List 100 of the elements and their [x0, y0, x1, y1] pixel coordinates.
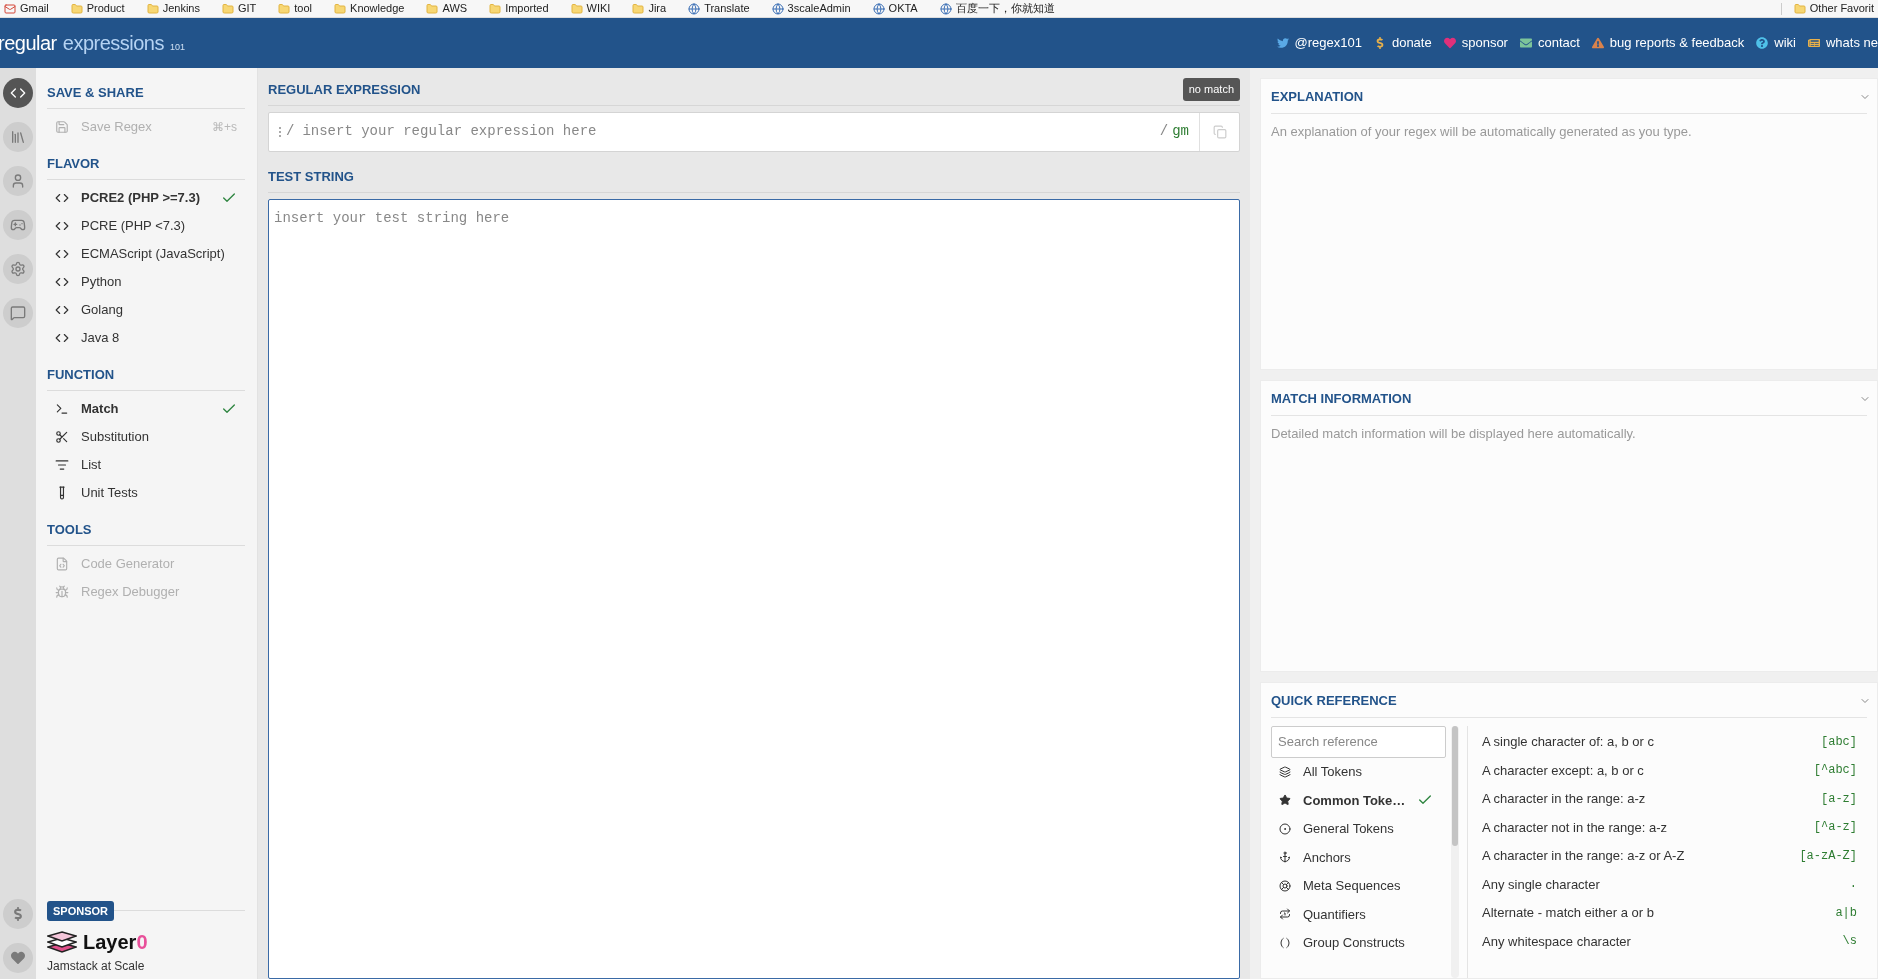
reference-category[interactable]: Anchors	[1271, 843, 1446, 872]
token-code[interactable]: [abc]	[1821, 732, 1857, 751]
header-link[interactable]: contact	[1519, 33, 1580, 53]
token-description[interactable]: A character in the range: a-z	[1482, 789, 1646, 809]
user-icon	[10, 173, 26, 189]
sidebar-item[interactable]: Substitution	[47, 423, 245, 451]
copy-icon[interactable]	[1212, 124, 1227, 139]
nav-icon-button[interactable]	[3, 899, 33, 929]
nav-icon-button[interactable]	[3, 298, 33, 328]
panel-title: QUICK REFERENCE	[1271, 692, 1397, 710]
folder-icon	[1793, 2, 1806, 15]
token-code[interactable]: [^a-z]	[1813, 818, 1857, 837]
reference-category[interactable]: General Tokens	[1271, 814, 1446, 843]
newspaper-icon	[1807, 37, 1820, 49]
header-link[interactable]: bug reports & feedback	[1591, 33, 1745, 53]
globe-icon	[939, 2, 952, 15]
sidebar-item[interactable]: Golang	[47, 296, 245, 324]
header-link[interactable]: wiki	[1756, 33, 1796, 53]
reference-category[interactable]: All Tokens	[1271, 757, 1446, 786]
search-reference-field[interactable]: Search reference	[1271, 725, 1446, 758]
folder-icon	[489, 2, 502, 15]
sponsor-logo[interactable]: Layer0	[83, 927, 148, 957]
bookmark[interactable]: Jira	[632, 2, 667, 15]
token-description[interactable]: A character in the range: a-z or A-Z	[1482, 846, 1685, 866]
bookmark[interactable]: Gmail	[4, 2, 49, 15]
nav-icon-button[interactable]	[3, 166, 33, 196]
nav-icon-button[interactable]	[3, 122, 33, 152]
sidebar-item[interactable]: Unit Tests	[47, 479, 245, 507]
token-code[interactable]: .	[1849, 875, 1857, 894]
token-code[interactable]: \s	[1842, 932, 1857, 951]
sidebar-item[interactable]: List	[47, 451, 245, 479]
sidebar-item[interactable]: PCRE2 (PHP >=7.3)	[47, 184, 245, 212]
folder-icon	[146, 2, 159, 15]
header-link[interactable]: sponsor	[1443, 33, 1508, 53]
code-icon	[10, 85, 26, 101]
section-title: SAVE & SHARE	[47, 85, 144, 100]
match-status-badge: no match	[1182, 78, 1240, 101]
bookmark[interactable]: OKTA	[872, 2, 918, 15]
chat-icon	[10, 305, 26, 321]
token-description[interactable]: Any whitespace character	[1482, 931, 1631, 951]
header-link[interactable]: whats ne	[1807, 33, 1878, 53]
bookmark[interactable]: 百度一下，你就知道	[939, 2, 1055, 15]
sidebar-item[interactable]: Python	[47, 268, 245, 296]
mail-icon	[4, 2, 16, 15]
nav-icon-button[interactable]	[3, 254, 33, 284]
bookmark[interactable]: Other Favorit	[1780, 2, 1874, 15]
sidebar-item[interactable]: Match	[47, 395, 245, 423]
bookmark[interactable]: Product	[70, 2, 125, 15]
bookmark[interactable]: GIT	[221, 2, 257, 15]
token-description[interactable]: Any single character	[1482, 874, 1600, 894]
section-title: REGULAR EXPRESSION	[268, 80, 421, 99]
dot-circle-icon	[1279, 822, 1291, 835]
parentheses-icon	[1279, 936, 1291, 949]
regex-field[interactable]: / insert your regular expression here / gm	[268, 111, 1240, 152]
token-description[interactable]: Alternate - match either a or b	[1482, 903, 1654, 923]
globe-icon	[771, 2, 784, 15]
code-icon	[55, 331, 69, 345]
token-description[interactable]: A character not in the range: a-z	[1482, 817, 1667, 837]
token-description[interactable]: A single character of: a, b or c	[1482, 732, 1654, 752]
sidebar-item[interactable]: ECMAScript (JavaScript)	[47, 240, 245, 268]
reference-category[interactable]: Quantifiers	[1271, 900, 1446, 929]
reference-category[interactable]: Meta Sequences	[1271, 871, 1446, 900]
nav-icon-button[interactable]	[3, 943, 33, 973]
token-code[interactable]: [a-z]	[1821, 789, 1857, 808]
section-title: TEST STRING	[268, 168, 354, 184]
library-icon	[10, 129, 26, 145]
match-info-text: Detailed match information will be displayed here automatically.	[1271, 424, 1637, 443]
sidebar-item[interactable]: PCRE (PHP <7.3)	[47, 212, 245, 240]
code-icon	[55, 247, 69, 261]
scrollbar-thumb[interactable]	[1452, 725, 1458, 846]
header-link[interactable]: @regex101	[1276, 33, 1362, 53]
bookmark[interactable]: Knowledge	[334, 2, 405, 15]
code-icon	[55, 191, 69, 205]
token-description[interactable]: A character except: a, b or c	[1482, 760, 1644, 780]
dollar-icon	[11, 907, 25, 921]
envelope-icon	[1519, 37, 1532, 49]
token-code[interactable]: a|b	[1835, 903, 1857, 922]
sidebar-item[interactable]: Java 8	[47, 324, 245, 352]
bookmark[interactable]: 3scaleAdmin	[771, 2, 851, 15]
bookmark[interactable]: Translate	[688, 2, 750, 15]
bookmark[interactable]: AWS	[426, 2, 468, 15]
token-code[interactable]: [^abc]	[1813, 761, 1857, 780]
folder-icon	[70, 2, 83, 15]
bookmark[interactable]: Imported	[489, 2, 549, 15]
globe-icon	[688, 2, 701, 15]
nav-icon-button[interactable]	[3, 78, 33, 108]
test-string-field[interactable]: insert your test string here	[268, 198, 1240, 979]
bookmark[interactable]: WIKI	[570, 2, 611, 15]
terminal-icon	[55, 402, 69, 416]
nav-icon-button[interactable]	[3, 210, 33, 240]
bookmark[interactable]: Jenkins	[146, 2, 200, 15]
drag-handle-icon[interactable]	[279, 126, 282, 137]
token-code[interactable]: [a-zA-Z]	[1799, 846, 1857, 865]
header-link[interactable]: donate	[1373, 33, 1432, 53]
logo[interactable]: regular expressions 101	[0, 28, 185, 58]
reference-category[interactable]: Group Constructs	[1271, 928, 1446, 957]
regex-flags[interactable]: gm	[1172, 121, 1189, 142]
bookmark[interactable]: tool	[278, 2, 313, 15]
folder-icon	[221, 2, 234, 15]
reference-category[interactable]: Common Toke…	[1271, 786, 1446, 815]
